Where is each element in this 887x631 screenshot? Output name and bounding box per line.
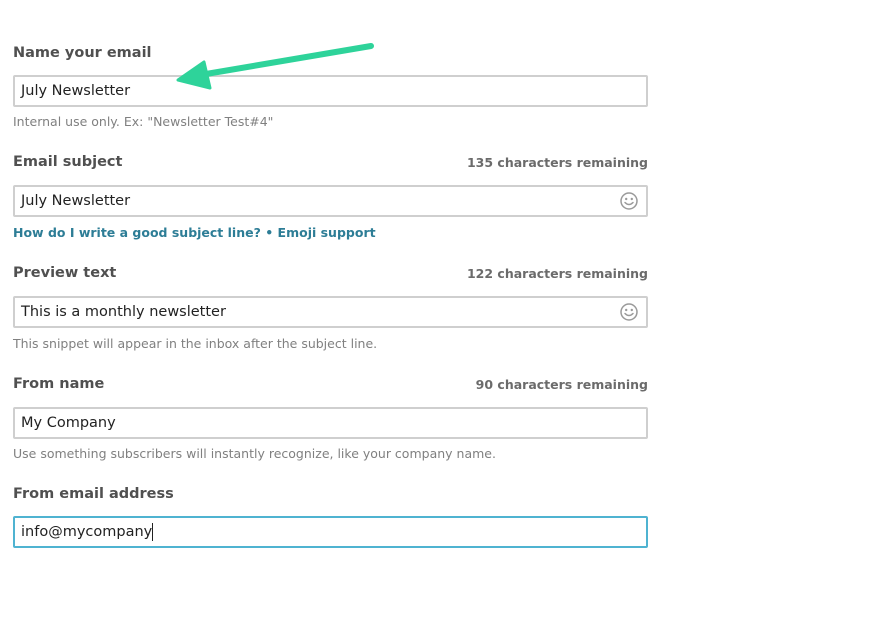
from-name-label-row: From name 90 characters remaining — [13, 376, 648, 396]
from-name-input[interactable]: My Company — [13, 407, 648, 439]
subject-label-row: Email subject 135 characters remaining — [13, 154, 648, 174]
from-email-label-row: From email address — [13, 486, 648, 506]
subject-char-counter: 135 characters remaining — [466, 155, 648, 170]
preview-help-text: This snippet will appear in the inbox af… — [13, 336, 378, 351]
from-name-help-text: Use something subscribers will instantly… — [13, 446, 496, 461]
subject-guide-link[interactable]: How do I write a good subject line? — [13, 225, 261, 240]
from-name-value: My Company — [21, 415, 116, 431]
preview-text-input[interactable]: This is a monthly newsletter — [13, 296, 648, 328]
smiley-face-icon[interactable] — [620, 303, 638, 321]
emoji-support-link[interactable]: Emoji support — [278, 225, 376, 240]
from-email-value: info@mycompany — [21, 524, 153, 540]
name-help-text: Internal use only. Ex: "Newsletter Test#… — [13, 114, 274, 129]
preview-value: This is a monthly newsletter — [21, 304, 226, 320]
subject-input[interactable]: July Newsletter — [13, 185, 648, 217]
link-separator: • — [260, 225, 278, 240]
from-name-label: From name — [13, 376, 105, 392]
from-email-input[interactable]: info@mycompany — [13, 516, 648, 548]
subject-label: Email subject — [13, 154, 123, 170]
preview-char-counter: 122 characters remaining — [466, 266, 648, 281]
from-email-label: From email address — [13, 486, 174, 502]
email-name-value: July Newsletter — [21, 83, 131, 99]
preview-label: Preview text — [13, 265, 117, 281]
subject-help-links: How do I write a good subject line? • Em… — [13, 225, 376, 240]
name-label: Name your email — [13, 45, 152, 61]
text-caret — [152, 523, 154, 541]
arrow-pointer-icon — [176, 43, 374, 90]
from-name-char-counter: 90 characters remaining — [475, 377, 648, 392]
from-email-value-wrap: info@mycompany — [21, 523, 154, 541]
preview-label-row: Preview text 122 characters remaining — [13, 265, 648, 285]
smiley-face-icon[interactable] — [620, 192, 638, 210]
subject-value: July Newsletter — [21, 193, 131, 209]
